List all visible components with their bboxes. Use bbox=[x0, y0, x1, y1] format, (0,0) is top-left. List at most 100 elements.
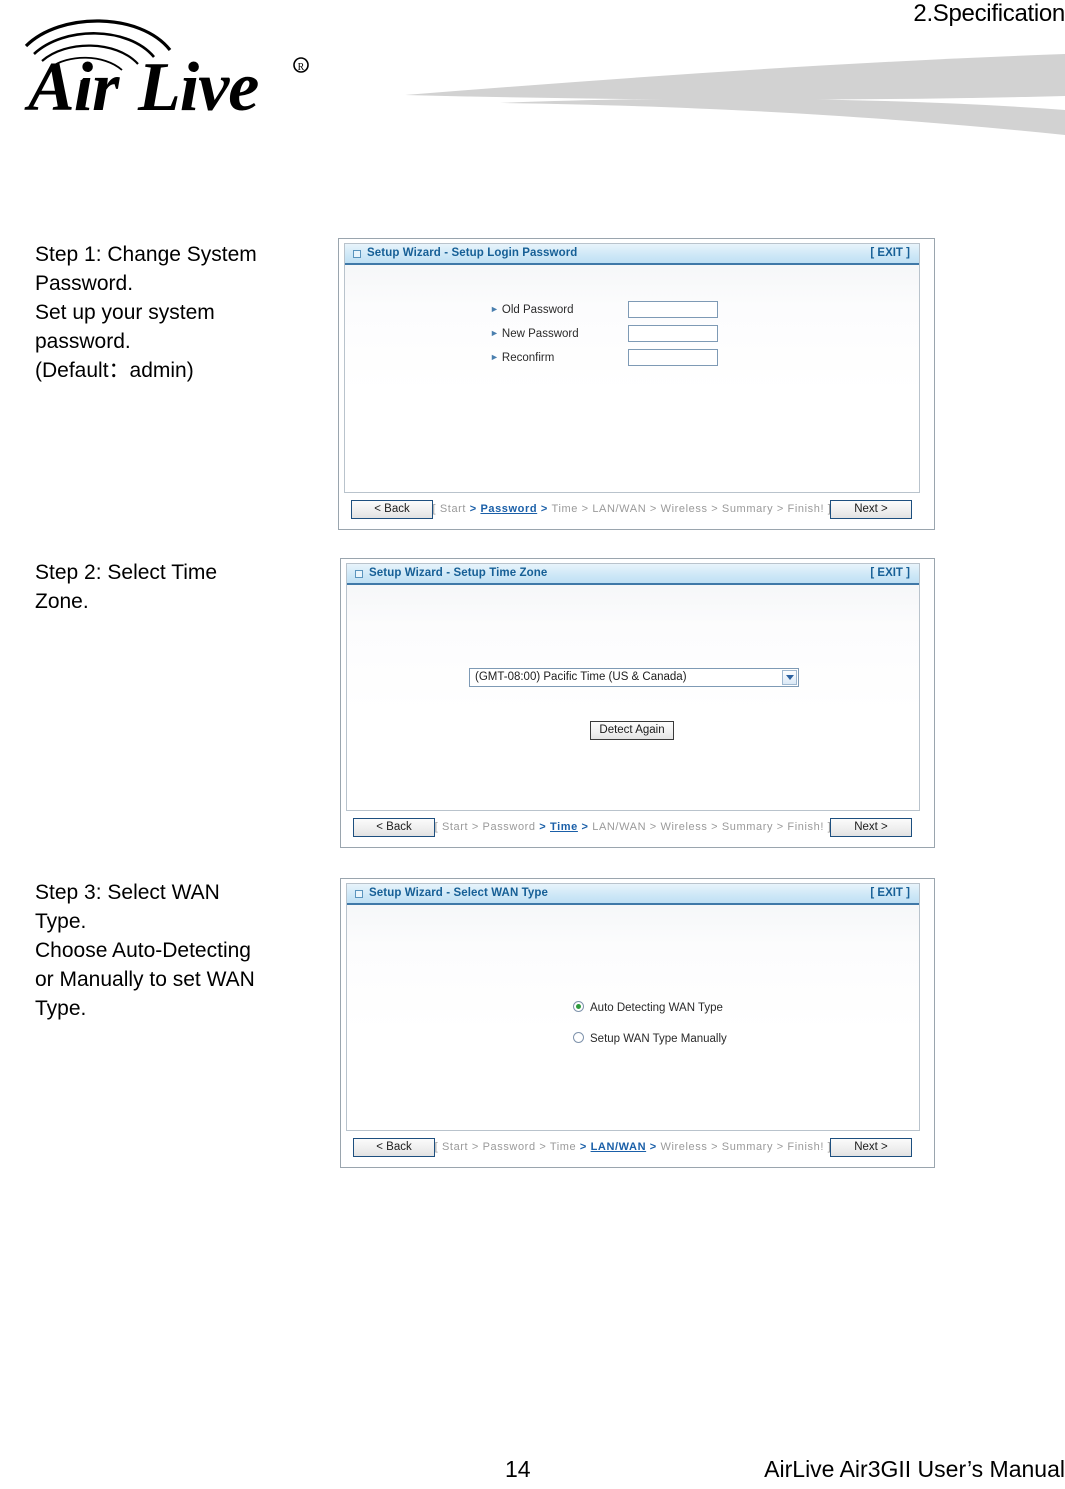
breadcrumb-item[interactable]: Start bbox=[442, 821, 468, 833]
step-1-line-1: Step 1: Change System bbox=[35, 243, 257, 266]
password-panel-nav: < Back [ Start > Password > Time > LAN/W… bbox=[344, 497, 920, 523]
reconfirm-input[interactable] bbox=[628, 349, 718, 366]
old-password-row: ► Old Password bbox=[490, 301, 890, 323]
next-button[interactable]: Next > bbox=[830, 1138, 912, 1157]
page-number: 14 bbox=[505, 1456, 531, 1482]
step-3-line-4: or Manually to set WAN bbox=[35, 968, 255, 991]
svg-text:Air: Air bbox=[24, 49, 120, 125]
breadcrumb-item[interactable]: Finish! bbox=[788, 503, 825, 515]
new-password-input[interactable] bbox=[628, 325, 718, 342]
step-1-description: Step 1: Change System Password. Set up y… bbox=[35, 240, 325, 385]
breadcrumb-item[interactable]: Wireless bbox=[661, 821, 708, 833]
breadcrumb-separator: > bbox=[577, 503, 593, 515]
step-1-line-5: (Default：admin) bbox=[35, 359, 194, 382]
setup-wizard-timezone-panel: Setup Wizard - Setup Time Zone [ EXIT ] … bbox=[340, 558, 935, 848]
timezone-select[interactable]: (GMT-08:00) Pacific Time (US & Canada) bbox=[469, 668, 799, 687]
timezone-panel-nav: < Back [ Start > Password > Time > LAN/W… bbox=[346, 815, 920, 841]
password-panel-body: ► Old Password ► New Password ► Reconfirm bbox=[345, 265, 919, 492]
breadcrumb-separator: > bbox=[535, 1141, 550, 1153]
password-panel-exit-link[interactable]: [ EXIT ] bbox=[870, 247, 910, 259]
breadcrumb-item[interactable]: Finish! bbox=[787, 821, 824, 833]
breadcrumb-item[interactable]: Wireless bbox=[660, 1141, 707, 1153]
wantype-panel-exit-link[interactable]: [ EXIT ] bbox=[870, 887, 910, 899]
step-3-line-2: Type. bbox=[35, 910, 87, 933]
timezone-panel-body: (GMT-08:00) Pacific Time (US & Canada) D… bbox=[347, 585, 919, 810]
breadcrumb-separator: > bbox=[537, 503, 552, 515]
timezone-selected-value: (GMT-08:00) Pacific Time (US & Canada) bbox=[475, 671, 687, 683]
breadcrumb-item[interactable]: Summary bbox=[722, 503, 773, 515]
step-2-line-1: Step 2: Select Time bbox=[35, 561, 218, 584]
setup-wizard-password-panel: Setup Wizard - Setup Login Password [ EX… bbox=[338, 238, 935, 530]
breadcrumb-item[interactable]: Start bbox=[440, 503, 466, 515]
breadcrumb-separator: > bbox=[646, 1141, 661, 1153]
step-1-line-4: password. bbox=[35, 330, 131, 353]
password-panel-titlebar: Setup Wizard - Setup Login Password [ EX… bbox=[345, 244, 919, 265]
timezone-panel-exit-link[interactable]: [ EXIT ] bbox=[870, 567, 910, 579]
breadcrumb-separator: > bbox=[773, 1141, 788, 1153]
step-1-line-2: Password. bbox=[35, 272, 134, 295]
step-3-line-5: Type. bbox=[35, 997, 87, 1020]
breadcrumb-item[interactable]: LAN/WAN bbox=[591, 1141, 647, 1153]
wantype-panel-titlebar: Setup Wizard - Select WAN Type [ EXIT ] bbox=[347, 884, 919, 905]
radio-selected-icon[interactable] bbox=[573, 1001, 584, 1012]
breadcrumb-separator: > bbox=[773, 503, 788, 515]
radio-unselected-icon[interactable] bbox=[573, 1032, 584, 1043]
step-3-line-3: Choose Auto-Detecting bbox=[35, 939, 251, 962]
wantype-panel-nav: < Back [ Start > Password > Time > LAN/W… bbox=[346, 1135, 920, 1161]
header-swoosh-graphic bbox=[200, 40, 1065, 150]
timezone-panel-titlebar: Setup Wizard - Setup Time Zone [ EXIT ] bbox=[347, 564, 919, 585]
breadcrumb-item[interactable]: Password bbox=[480, 503, 537, 515]
breadcrumb-separator: > bbox=[466, 503, 481, 515]
breadcrumb-item[interactable]: Password bbox=[483, 821, 536, 833]
reconfirm-label: ► Reconfirm bbox=[490, 352, 555, 364]
breadcrumb-separator: > bbox=[707, 821, 722, 833]
bullet-arrow-icon: ► bbox=[490, 352, 499, 362]
radio-setup-wan-type-manually[interactable]: Setup WAN Type Manually bbox=[573, 1032, 727, 1045]
breadcrumb-item[interactable]: LAN/WAN bbox=[592, 821, 646, 833]
chevron-down-icon[interactable] bbox=[782, 670, 797, 685]
radio-auto-detecting-wan-type[interactable]: Auto Detecting WAN Type bbox=[573, 1001, 723, 1014]
breadcrumb-item[interactable]: Time bbox=[552, 503, 578, 515]
wantype-panel-title: Setup Wizard - Select WAN Type bbox=[369, 887, 549, 899]
breadcrumb-separator: > bbox=[577, 821, 593, 833]
chapter-heading: 2.Specification bbox=[913, 0, 1065, 27]
old-password-input[interactable] bbox=[628, 301, 718, 318]
next-button[interactable]: Next > bbox=[830, 818, 912, 837]
breadcrumb-separator: > bbox=[773, 821, 788, 833]
detect-again-button[interactable]: Detect Again bbox=[590, 721, 674, 740]
radio-auto-label: Auto Detecting WAN Type bbox=[590, 1002, 723, 1014]
breadcrumb-item[interactable]: Summary bbox=[722, 821, 773, 833]
bullet-arrow-icon: ► bbox=[490, 328, 499, 338]
old-password-label: ► Old Password bbox=[490, 304, 574, 316]
manual-title: AirLive Air3GII User’s Manual bbox=[764, 1456, 1065, 1482]
step-2-line-2: Zone. bbox=[35, 590, 89, 613]
wantype-panel-inner: Setup Wizard - Select WAN Type [ EXIT ] … bbox=[346, 883, 920, 1131]
breadcrumb-item[interactable]: Finish! bbox=[787, 1141, 824, 1153]
panel-square-icon bbox=[355, 890, 363, 898]
bullet-arrow-icon: ► bbox=[490, 304, 499, 314]
next-button[interactable]: Next > bbox=[830, 500, 912, 519]
breadcrumb-item[interactable]: Wireless bbox=[661, 503, 708, 515]
breadcrumb-item[interactable]: Time bbox=[550, 1141, 576, 1153]
step-1-line-3: Set up your system bbox=[35, 301, 215, 324]
breadcrumb-item[interactable]: Summary bbox=[722, 1141, 773, 1153]
breadcrumb-separator: > bbox=[576, 1141, 591, 1153]
breadcrumb-separator: > bbox=[707, 503, 722, 515]
panel-square-icon bbox=[353, 250, 361, 258]
breadcrumb-item[interactable]: LAN/WAN bbox=[592, 503, 646, 515]
step-3-line-1: Step 3: Select WAN bbox=[35, 881, 220, 904]
timezone-panel-title: Setup Wizard - Setup Time Zone bbox=[369, 567, 548, 579]
timezone-panel-inner: Setup Wizard - Setup Time Zone [ EXIT ] … bbox=[346, 563, 920, 811]
password-panel-inner: Setup Wizard - Setup Login Password [ EX… bbox=[344, 243, 920, 493]
wantype-panel-body: Auto Detecting WAN Type Setup WAN Type M… bbox=[347, 905, 919, 1130]
setup-wizard-wantype-panel: Setup Wizard - Select WAN Type [ EXIT ] … bbox=[340, 878, 935, 1168]
step-3-description: Step 3: Select WAN Type. Choose Auto-Det… bbox=[35, 878, 325, 1023]
reconfirm-row: ► Reconfirm bbox=[490, 349, 890, 371]
breadcrumb-item[interactable]: Password bbox=[483, 1141, 536, 1153]
breadcrumb-item[interactable]: Time bbox=[550, 821, 578, 833]
page-footer: 14 AirLive Air3GII User’s Manual bbox=[0, 1449, 1065, 1483]
panel-square-icon bbox=[355, 570, 363, 578]
breadcrumb-item[interactable]: Start bbox=[442, 1141, 468, 1153]
breadcrumb-separator: > bbox=[646, 503, 661, 515]
breadcrumb-separator: > bbox=[646, 821, 661, 833]
